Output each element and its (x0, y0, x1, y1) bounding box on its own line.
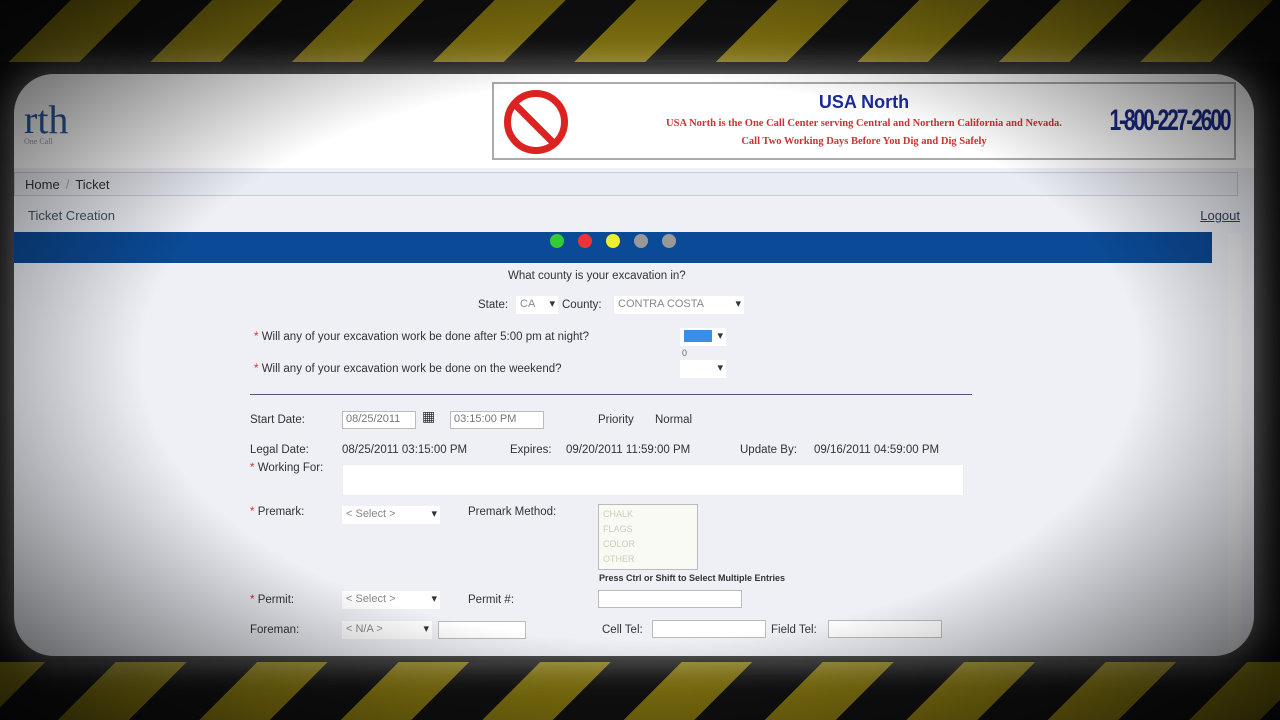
breadcrumb-separator: / (65, 177, 70, 192)
weekend-select[interactable] (680, 360, 726, 378)
night-option[interactable]: 0 (682, 348, 687, 358)
page-title: Ticket Creation (28, 208, 115, 223)
premark-method-label: Premark Method: (468, 506, 557, 518)
permit-number-input[interactable] (598, 590, 742, 608)
night-select[interactable] (680, 328, 726, 346)
cell-tel-input[interactable] (652, 620, 766, 638)
calendar-icon[interactable]: ▦ (422, 408, 435, 425)
state-select[interactable]: CA (516, 296, 558, 314)
logo: rth One Call (24, 96, 68, 146)
premark-select[interactable]: < Select > (342, 506, 440, 524)
banner-phone: 1-800-227-2600 (1109, 104, 1232, 137)
step-dot-2[interactable] (578, 234, 592, 248)
start-time-input[interactable]: 03:15:00 PM (450, 411, 544, 429)
field-tel-label: Field Tel: (771, 624, 817, 636)
permit-select[interactable]: < Select > (342, 591, 440, 609)
logo-text: rth (24, 97, 69, 142)
night-question: Will any of your excavation work be done… (261, 331, 589, 343)
permit-number-label: Permit #: (468, 594, 515, 606)
step-bar (14, 232, 1212, 263)
logout-link[interactable]: Logout (1200, 208, 1240, 223)
premark-option[interactable]: COLOR (603, 537, 693, 552)
working-for-textarea[interactable] (342, 464, 964, 496)
cell-tel-label: Cell Tel: (602, 624, 643, 636)
foreman-select[interactable]: < N/A > (342, 621, 432, 639)
premark-option[interactable]: CHALK (603, 507, 693, 522)
usa-north-banner: USA North USA North is the One Call Cent… (492, 82, 1236, 160)
header: rth One Call USA North USA North is the O… (14, 74, 1254, 168)
step-dot-5[interactable] (662, 234, 676, 248)
state-label: State: (478, 299, 509, 311)
county-question: What county is your excavation in? (508, 270, 686, 282)
step-dot-1[interactable] (550, 234, 564, 248)
expires-label: Expires: (510, 444, 552, 456)
premark-option[interactable]: OTHER (603, 552, 693, 567)
step-dot-3[interactable] (606, 234, 620, 248)
update-by-value: 09/16/2011 04:59:00 PM (814, 444, 940, 456)
county-select[interactable]: CONTRA COSTA (614, 296, 744, 314)
county-label: County: (562, 299, 602, 311)
foreman-label: Foreman: (250, 624, 300, 636)
weekend-question: Will any of your excavation work be done… (261, 363, 562, 375)
required-marker: * (254, 331, 259, 343)
scrollbar[interactable] (1228, 234, 1242, 654)
legal-date-value: 08/25/2011 03:15:00 PM (342, 444, 468, 456)
required-marker: * (250, 506, 255, 518)
premark-label: Premark: (257, 506, 305, 518)
required-marker: * (250, 462, 255, 474)
start-date-label: Start Date: (250, 414, 305, 426)
update-by-label: Update By: (740, 444, 797, 456)
permit-label: Permit: (257, 594, 295, 606)
divider (250, 394, 972, 395)
working-for-label: Working For: (257, 462, 324, 474)
start-date-input[interactable]: 08/25/2011 (342, 411, 416, 429)
premark-method-list[interactable]: CHALK FLAGS COLOR OTHER (598, 504, 698, 570)
breadcrumb-ticket[interactable]: Ticket (75, 177, 109, 192)
priority-label: Priority (598, 414, 634, 426)
breadcrumb: Home / Ticket (14, 172, 1238, 196)
required-marker: * (250, 594, 255, 606)
required-marker: * (254, 363, 259, 375)
breadcrumb-home[interactable]: Home (25, 177, 60, 192)
step-dot-4[interactable] (634, 234, 648, 248)
browser-window: rth One Call USA North USA North is the O… (14, 74, 1254, 656)
foreman-input[interactable] (438, 621, 526, 639)
legal-date-label: Legal Date: (250, 444, 309, 456)
priority-value: Normal (655, 414, 693, 426)
multi-select-hint: Press Ctrl or Shift to Select Multiple E… (599, 573, 786, 583)
field-tel-input[interactable] (828, 620, 942, 638)
expires-value: 09/20/2011 11:59:00 PM (566, 444, 691, 456)
premark-option[interactable]: FLAGS (603, 522, 693, 537)
